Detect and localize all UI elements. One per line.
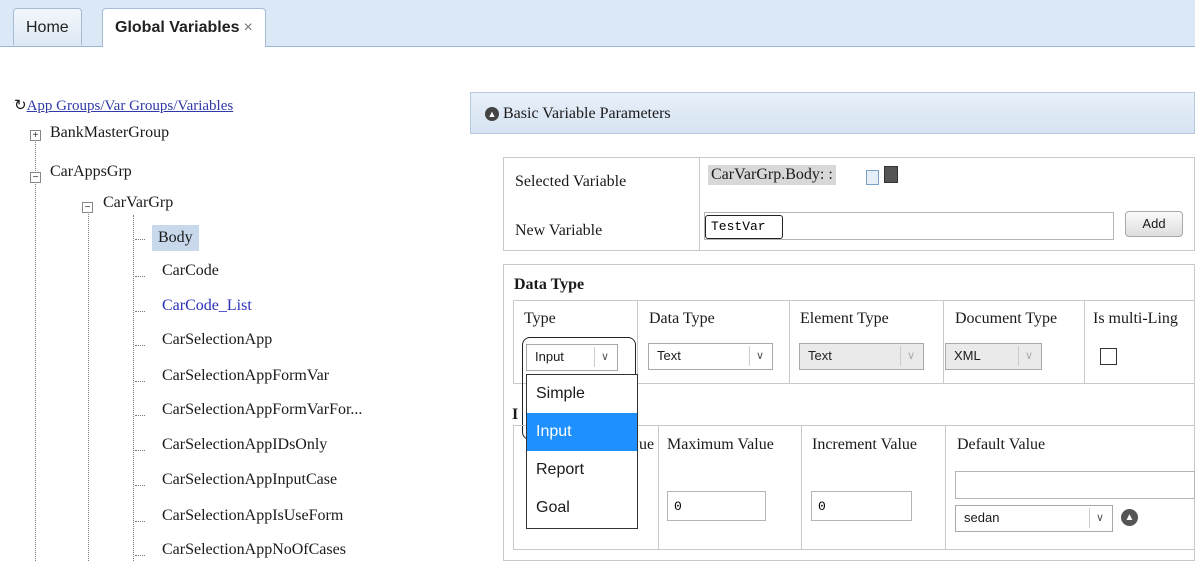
close-icon[interactable]: × [244,19,253,36]
max-value-input[interactable] [667,491,766,521]
tree-var-formvar[interactable]: CarSelectionAppFormVar [162,367,329,385]
tree-group-carappsgrp[interactable]: CarAppsGrp [50,163,132,181]
new-variable-input[interactable] [704,212,1114,240]
tree-var-carselectionapp[interactable]: CarSelectionApp [162,331,272,349]
selected-variable-label: Selected Variable [515,173,627,190]
min-value-header: ue [639,436,655,453]
document-type-select: XML ∨ [945,343,1042,370]
tree-group-bankmastergroup[interactable]: BankMasterGroup [50,124,169,142]
chevron-down-icon: ∨ [594,347,615,367]
default-value-input[interactable] [955,471,1195,499]
element-type-header: Element Type [800,310,889,327]
tab-home[interactable]: Home [13,8,82,45]
tree-line [88,205,89,561]
tree-root-link[interactable]: App Groups/Var Groups/Variables [27,98,234,114]
tree-var-body[interactable]: Body [152,225,199,251]
default-value-select[interactable]: sedan ∨ [955,505,1113,532]
element-type-select: Text ∨ [799,343,924,370]
tree-group-carvargrp[interactable]: CarVarGrp [103,194,173,212]
multilingual-checkbox[interactable] [1100,348,1117,365]
collapse-icon[interactable]: ▲ [485,107,499,122]
chevron-down-icon: ∨ [749,346,770,366]
default-value-header: Default Value [957,436,1046,453]
refresh-icon[interactable]: ↻ [14,98,27,114]
option-goal[interactable]: Goal [527,489,637,527]
collapse-icon[interactable]: − [30,172,41,183]
type-header: Type [524,310,556,327]
copy-icon[interactable] [884,166,898,183]
add-button[interactable]: Add [1125,211,1183,237]
tree-var-carcode[interactable]: CarCode [162,262,219,280]
input-section-title: I [512,406,519,423]
tree-line [35,140,36,561]
panel-header[interactable]: ▲ Basic Variable Parameters [470,92,1195,134]
type-select[interactable]: Input ∨ [526,344,618,371]
increment-value-header: Increment Value [812,436,917,453]
max-value-header: Maximum Value [667,436,774,453]
chevron-down-icon: ∨ [900,346,921,366]
data-type-header: Data Type [649,310,715,327]
option-report[interactable]: Report [527,451,637,489]
tab-global-variables-label: Global Variables [115,19,240,36]
chevron-down-icon: ∨ [1089,508,1110,528]
tree-var-isuseform[interactable]: CarSelectionAppIsUseForm [162,507,343,525]
tab-global-variables[interactable]: Global Variables × [102,8,266,47]
tab-bar: Home Global Variables × [0,0,1195,47]
tree-root[interactable]: ↻App Groups/Var Groups/Variables [14,96,233,115]
option-simple[interactable]: Simple [527,375,637,413]
increment-value-input[interactable] [811,491,912,521]
document-icon[interactable] [866,170,879,185]
tree-var-idsonly[interactable]: CarSelectionAppIDsOnly [162,436,327,454]
chevron-down-icon: ∨ [1018,346,1039,366]
selected-variable-value: CarVarGrp.Body: : [708,165,836,185]
collapse-icon[interactable]: − [82,202,93,213]
data-type-title: Data Type [514,276,585,293]
type-dropdown-list[interactable]: Simple Input Report Goal [526,374,638,529]
panel-title: Basic Variable Parameters [503,105,671,122]
tree-line [133,215,134,561]
new-variable-label: New Variable [515,222,603,239]
data-type-select[interactable]: Text ∨ [648,343,773,370]
document-type-header: Document Type [955,310,1058,327]
tree-var-inputcase[interactable]: CarSelectionAppInputCase [162,471,337,489]
tree-var-noofcases[interactable]: CarSelectionAppNoOfCases [162,541,346,559]
tab-home-label: Home [26,19,69,36]
expand-icon[interactable]: + [30,130,41,141]
option-input[interactable]: Input [527,413,637,451]
multilingual-header: Is multi-Ling [1093,310,1178,327]
expand-up-icon[interactable]: ▲ [1121,509,1138,526]
tree-var-carcode-list[interactable]: CarCode_List [162,297,252,315]
tree-var-formvarfor[interactable]: CarSelectionAppFormVarFor... [162,401,362,419]
